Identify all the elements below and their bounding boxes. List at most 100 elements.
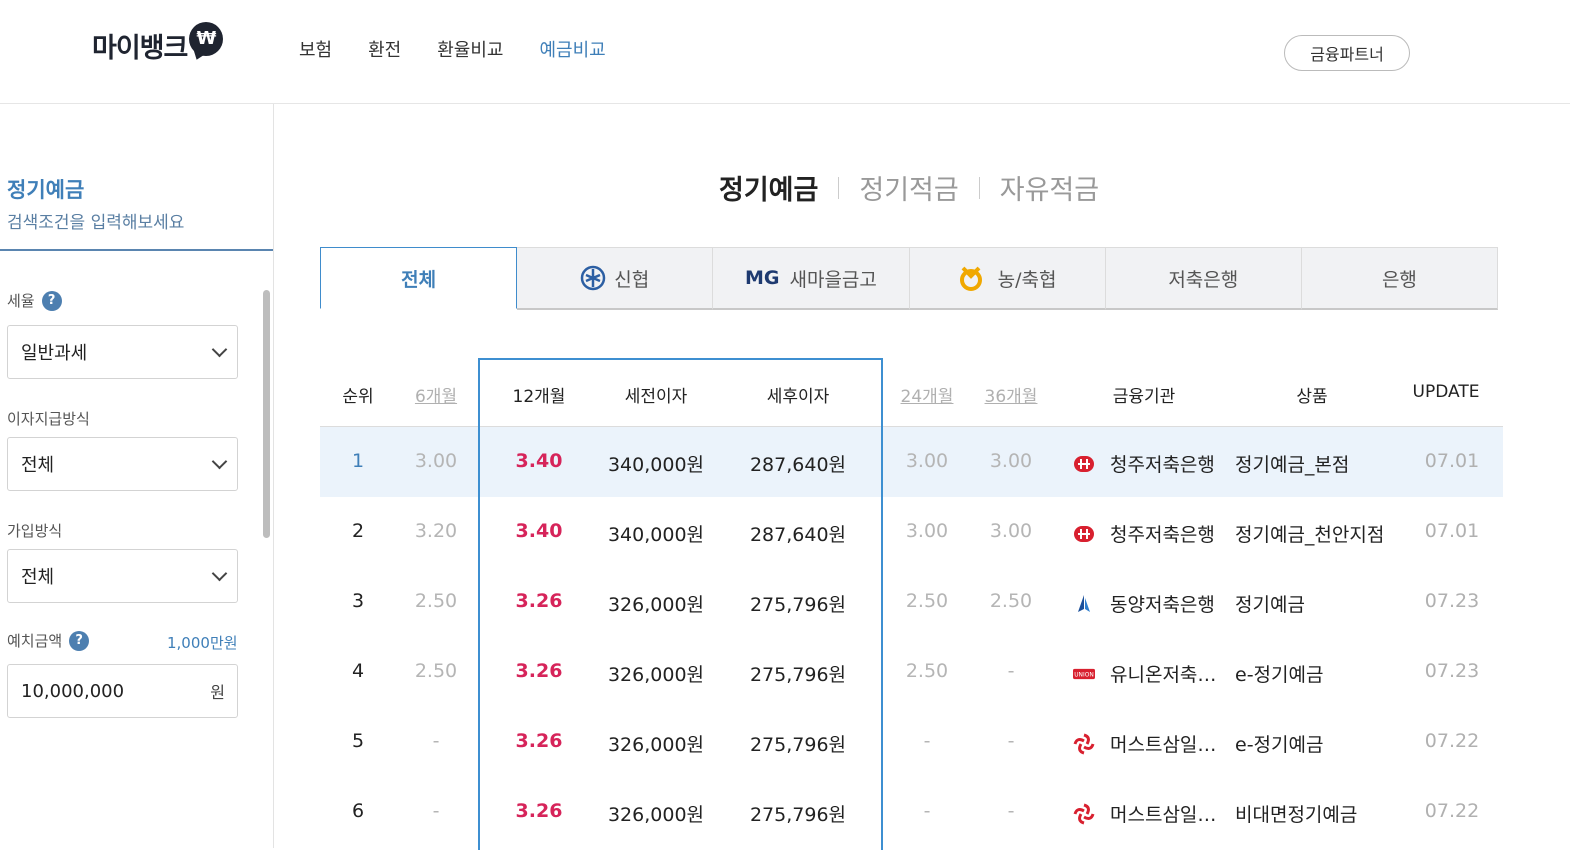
cell-posttax: 275,796원 (749, 664, 847, 686)
header-6m[interactable]: 6개월 (415, 382, 457, 407)
table-row[interactable]: 4 2.50 3.26 326,000원 275,796원 2.50 - 07.23 UNION… (320, 637, 1503, 707)
cell-update: 07.22 (1424, 800, 1480, 822)
dongyang-bank-logo-icon (1073, 593, 1095, 615)
cell-product[interactable]: 정기예금 (1235, 590, 1305, 617)
cell-posttax: 275,796원 (749, 804, 847, 826)
header-bank: 금융기관 (1112, 387, 1176, 407)
mg-logo-icon: MG (744, 267, 780, 289)
bank-name: 유니온저축… (1110, 664, 1217, 686)
deposit-type-tabs: 정기예금 정기적금 자유적금 (719, 168, 1099, 207)
cell-pretax: 340,000원 (607, 524, 705, 546)
cell-bank[interactable]: UNION 유니온저축… (1073, 660, 1216, 687)
cell-product[interactable]: 비대면정기예금 (1235, 800, 1357, 827)
cell-6m: 2.50 (414, 660, 458, 682)
rates-table: 순위 6개월 12개월 세전이자 세후이자 24개월 36개월 금융기관 상품 … (320, 358, 1503, 847)
interest-select-value: 전체 (21, 455, 55, 476)
table-row[interactable]: 1 3.00 3.40 340,000원 287,640원 3.00 3.00 07.01 청주… (320, 427, 1503, 497)
tab-fixed-deposit[interactable]: 정기예금 (719, 168, 818, 207)
interest-label: 이자지급방식 (7, 408, 90, 429)
nav-deposit-compare[interactable]: 예금비교 (540, 36, 606, 62)
sidebar-scrollbar[interactable] (263, 290, 270, 538)
help-icon[interactable]: ? (41, 290, 62, 311)
tab-mg-label: 새마을금고 (789, 268, 877, 291)
tax-label: 세율 ? (7, 290, 62, 311)
logo-text: 마이뱅크 (92, 33, 188, 64)
tab-savings-bank-label: 저축은행 (1168, 268, 1239, 291)
cell-24m: 2.50 (905, 590, 949, 612)
table-row[interactable]: 6 - 3.26 326,000원 275,796원 - - 07.22 머스트삼일… 비대면정기… (320, 777, 1503, 847)
nav-exchange[interactable]: 환전 (368, 36, 401, 62)
nav-insurance[interactable]: 보험 (299, 36, 332, 62)
tab-all-label: 전체 (401, 268, 437, 291)
tab-savings-bank[interactable]: 저축은행 (1105, 247, 1302, 310)
tab-nonghyup[interactable]: 농/축협 (909, 247, 1106, 310)
header-posttax: 세후이자 (766, 387, 830, 407)
cell-product[interactable]: 정기예금_본점 (1235, 450, 1349, 477)
header-24m[interactable]: 24개월 (901, 382, 954, 407)
cell-36m: - (1007, 800, 1015, 822)
cell-12m-rate: 3.26 (515, 800, 563, 822)
tab-installment-savings[interactable]: 정기적금 (859, 168, 958, 207)
cell-product[interactable]: e-정기예금 (1235, 660, 1323, 687)
tab-divider (978, 176, 980, 199)
cell-pretax: 326,000원 (607, 804, 705, 826)
table-row[interactable]: 5 - 3.26 326,000원 275,796원 - - 07.22 머스트삼일… e-정기예… (320, 707, 1503, 777)
nonghyup-logo-icon (958, 265, 984, 291)
amount-hint: 1,000만원 (167, 634, 238, 652)
cell-posttax: 275,796원 (749, 734, 847, 756)
interest-select[interactable]: 전체 (7, 437, 238, 491)
cell-pretax: 326,000원 (607, 594, 705, 616)
chevron-down-icon (211, 453, 228, 470)
amount-value: 10,000,000 (21, 680, 125, 702)
cell-24m: - (923, 730, 931, 752)
cell-rank: 3 (351, 590, 365, 612)
cell-24m: - (923, 800, 931, 822)
amount-input[interactable]: 10,000,000 원 (7, 664, 238, 718)
join-select[interactable]: 전체 (7, 549, 238, 603)
tab-shinhyup[interactable]: 신협 (517, 247, 714, 310)
cell-bank[interactable]: 머스트삼일… (1073, 800, 1216, 827)
cell-bank[interactable]: 머스트삼일… (1073, 730, 1216, 757)
cell-product[interactable]: 정기예금_천안지점 (1235, 520, 1384, 547)
cell-product[interactable]: e-정기예금 (1235, 730, 1323, 757)
tab-free-savings[interactable]: 자유적금 (1000, 168, 1099, 207)
header-36m[interactable]: 36개월 (985, 382, 1038, 407)
cell-posttax: 287,640원 (749, 454, 847, 476)
union-bank-logo-icon: UNION (1073, 663, 1095, 685)
search-sidebar: 정기예금 검색조건을 입력해보세요 세율 ? 일반과세 이자지급방식 전체 가입… (0, 104, 274, 848)
cell-bank[interactable]: 청주저축은행 (1073, 450, 1215, 477)
header-rank: 순위 (342, 387, 374, 407)
tax-label-text: 세율 (7, 292, 35, 310)
tab-divider (838, 176, 840, 199)
tax-select[interactable]: 일반과세 (7, 325, 238, 379)
chevron-down-icon (211, 341, 228, 358)
cell-12m-rate: 3.40 (515, 520, 563, 542)
help-icon[interactable]: ? (69, 630, 90, 651)
tab-mg[interactable]: MG 새마을금고 (713, 247, 910, 310)
table-row[interactable]: 2 3.20 3.40 340,000원 287,640원 3.00 3.00 07.01 청주… (320, 497, 1503, 567)
top-header: 마이뱅크 ₩ 보험 환전 환율비교 예금비교 금융파트너 (0, 0, 1570, 104)
tab-bank-label: 은행 (1381, 268, 1417, 291)
cell-bank[interactable]: 청주저축은행 (1073, 520, 1215, 547)
header-product: 상품 (1296, 387, 1328, 407)
cell-12m-rate: 3.26 (515, 730, 563, 752)
tab-shinhyup-label: 신협 (614, 268, 650, 291)
cell-update: 07.01 (1424, 520, 1480, 542)
cell-update: 07.23 (1424, 660, 1480, 682)
tab-all[interactable]: 전체 (320, 247, 518, 309)
tab-bank[interactable]: 은행 (1301, 247, 1499, 310)
financial-partner-button[interactable]: 금융파트너 (1284, 35, 1410, 71)
cell-6m: - (432, 800, 440, 822)
logo[interactable]: 마이뱅크 ₩ (92, 21, 224, 65)
cell-bank[interactable]: 동양저축은행 (1073, 590, 1215, 617)
cell-update: 07.22 (1424, 730, 1480, 752)
cell-24m: 2.50 (905, 660, 949, 682)
sidebar-subtitle: 검색조건을 입력해보세요 (7, 213, 185, 233)
main-nav: 보험 환전 환율비교 예금비교 (299, 36, 642, 62)
table-row[interactable]: 3 2.50 3.26 326,000원 275,796원 2.50 2.50 07.23 동양… (320, 567, 1503, 637)
cell-pretax: 326,000원 (607, 664, 705, 686)
must-bank-logo-icon (1073, 733, 1095, 755)
cell-12m-rate: 3.26 (515, 590, 563, 612)
nav-rate-compare[interactable]: 환율비교 (437, 36, 503, 62)
amount-unit: 원 (210, 683, 225, 702)
